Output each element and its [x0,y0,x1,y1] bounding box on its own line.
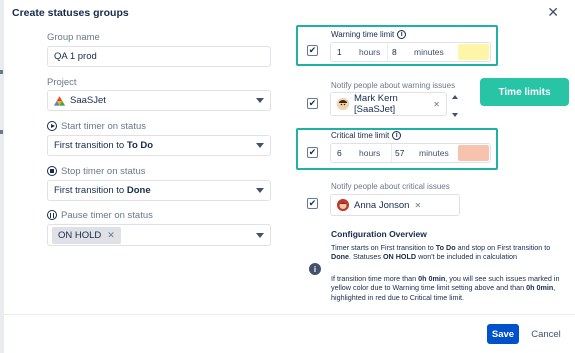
critical-color-swatch[interactable] [458,145,489,161]
critical-label: Critical time limit [331,131,390,140]
overview-highlight: 0h 0min [418,274,446,283]
warning-checkbox[interactable]: ✔ [307,45,318,56]
background-page-strip [0,0,4,353]
start-timer-value: First transition to To Do [54,140,153,151]
overview-highlight: 0h 0min [526,283,554,293]
warning-color-swatch[interactable] [458,44,489,60]
notify-warning-user: Mark Kern [SaaSJet] [354,93,398,115]
start-timer-status: To Do [126,140,154,151]
notify-critical-user: Anna Jonson [354,199,410,211]
group-name-value: QA 1 prod [54,51,97,62]
overview-text: . Statuses [348,252,383,262]
project-label: Project [47,77,77,88]
notify-critical-label: Notify people about critical issues [331,182,450,191]
overview-paragraph-1: Timer starts on First transition to To D… [331,243,571,262]
overview-highlight: Done [331,252,349,262]
group-name-input[interactable]: QA 1 prod [47,46,271,67]
pause-timer-label-row: Pause timer on status [47,210,153,221]
overview-text: If transition time more than [331,274,419,283]
remove-user-icon[interactable]: ✕ [433,100,440,109]
notify-warning-picker[interactable]: Mark Kern [SaaSJet] ✕ [330,92,447,116]
overview-highlight: To Do [435,243,456,252]
stop-timer-select[interactable]: First transition to Done [47,180,271,201]
user-avatar-icon [337,98,349,110]
user-avatar-icon [337,199,349,211]
overview-highlight: ON HOLD [382,252,417,262]
project-select[interactable]: SaaSJet [47,90,271,111]
remove-user-icon[interactable]: ✕ [414,201,421,210]
overview-title: Configuration Overview [331,229,427,239]
chevron-down-icon [256,143,264,148]
critical-minutes-input[interactable]: 57 [391,144,419,162]
start-timer-label-row: Start timer on status [47,121,146,132]
saasjet-logo-icon [54,95,65,106]
stop-timer-label: Stop timer on status [61,166,146,177]
chevron-down-icon [256,98,264,103]
chevron-up-icon[interactable] [451,95,458,99]
project-selected: SaaSJet [54,95,106,106]
warning-minutes-unit: minutes [414,47,444,57]
chevron-down-icon[interactable] [451,113,458,117]
critical-checkbox[interactable]: ✔ [307,147,318,158]
chevron-down-icon [256,232,264,238]
play-circle-icon [47,121,57,132]
critical-minutes-unit: minutes [419,148,449,158]
critical-label-row: Critical time limit i [331,131,402,141]
notify-critical-checkbox[interactable]: ✔ [307,198,318,209]
save-button[interactable]: Save [487,324,519,344]
stop-timer-prefix: First transition to [54,185,125,196]
overview-text: Timer starts on First transition to [331,243,436,252]
warning-label: Warning time limit [331,30,395,39]
start-timer-select[interactable]: First transition to To Do [47,135,271,156]
avatar [337,199,349,211]
warning-label-row: Warning time limit i [331,30,407,40]
strip-marker [0,70,3,74]
info-icon: i [309,263,321,275]
start-timer-prefix: First transition to [54,140,125,151]
user-scroll[interactable] [449,95,460,117]
avatar [337,98,349,110]
cancel-button[interactable]: Cancel [528,324,564,344]
critical-hours-input[interactable]: 6 [331,148,359,158]
pause-timer-label: Pause timer on status [61,210,153,221]
footer-divider [0,314,575,315]
overview-paragraph-2: If transition time more than 0h 0min, yo… [331,274,571,302]
start-timer-label: Start timer on status [61,121,147,132]
strip-marker [0,130,3,134]
chevron-down-icon [256,188,264,193]
overview-text: won't be included in calculation [416,252,517,262]
stop-circle-icon [47,166,57,177]
project-value: SaaSJet [70,95,106,106]
notify-critical-picker[interactable]: Anna Jonson ✕ [330,194,460,216]
overview-text: and stop on First transition to [455,243,551,252]
critical-hours-unit: hours [359,148,381,158]
chip-remove-icon[interactable]: ✕ [107,230,115,241]
warning-minutes-input[interactable]: 8 [387,43,414,61]
time-limits-button[interactable]: Time limits [480,78,569,106]
group-name-label: Group name [47,32,100,43]
info-icon[interactable]: i [392,131,402,141]
stop-timer-label-row: Stop timer on status [47,166,145,177]
warning-hours-input[interactable]: 1 [331,47,359,57]
status-chip: ON HOLD ✕ [52,226,121,244]
dialog-title: Create statuses groups [12,7,129,19]
close-icon[interactable]: ✕ [547,4,559,21]
stop-timer-value: First transition to Done [54,185,151,196]
stop-timer-status: Done [126,185,151,196]
info-icon[interactable]: i [397,30,407,40]
notify-warning-label: Notify people about warning issues [331,81,456,90]
status-chip-label: ON HOLD [58,229,102,241]
pause-timer-select[interactable]: ON HOLD ✕ [47,224,271,246]
pause-circle-icon [47,210,57,221]
notify-warning-checkbox[interactable]: ✔ [307,98,318,109]
warning-hours-unit: hours [359,47,381,57]
